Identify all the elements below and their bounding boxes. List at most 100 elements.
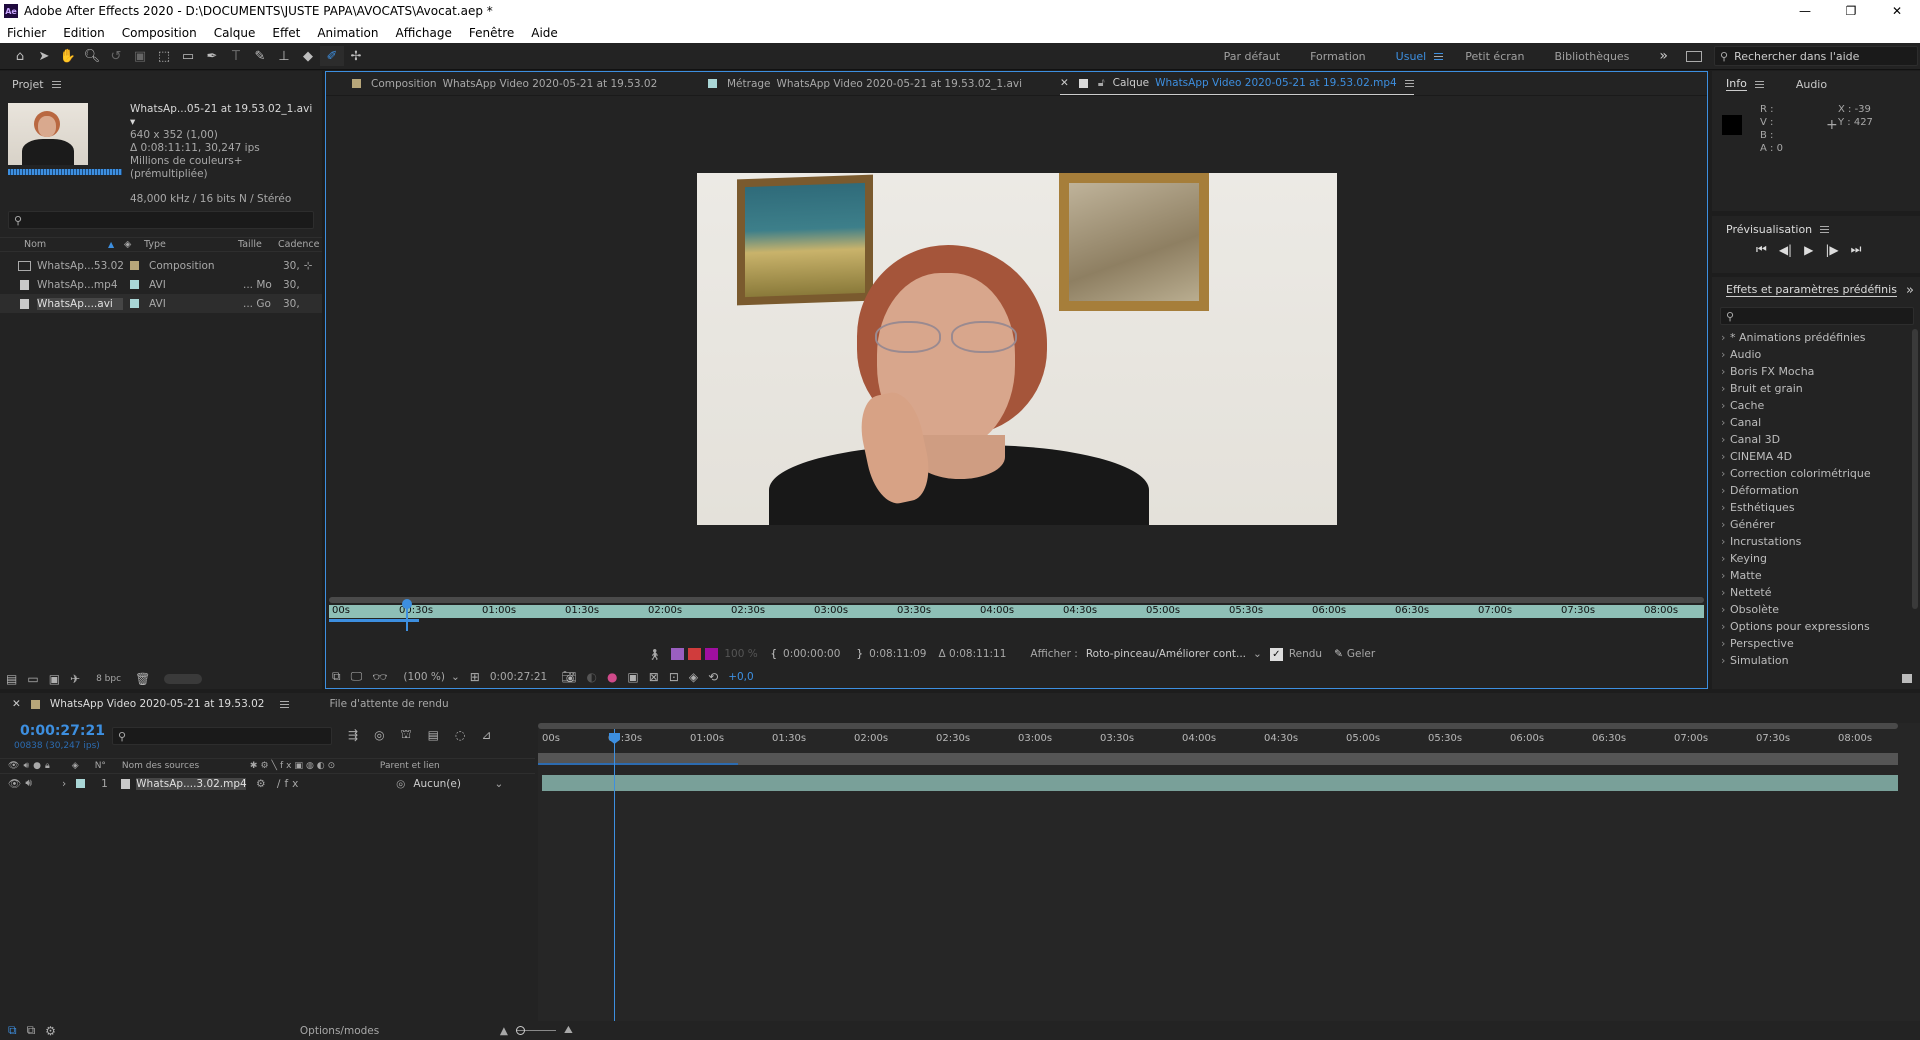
tab-menu-icon[interactable] [1404,79,1414,87]
layer-parent-icon[interactable]: ◎ [396,778,405,790]
geler-button[interactable]: Geler [1347,648,1375,660]
effect-category[interactable]: Audio [1716,346,1920,363]
options-modes-button[interactable]: Options/modes [300,1025,500,1037]
pixel-aspect-icon[interactable]: ⊡ [669,670,679,684]
effect-category[interactable]: Esthétiques [1716,499,1920,516]
workspace-formation[interactable]: Formation [1310,50,1366,63]
label-color-swatch[interactable] [130,261,139,270]
menu-aide[interactable]: Aide [531,26,558,40]
trash-icon[interactable]: 🗑︎ [135,672,150,686]
label-color-swatch[interactable] [130,299,139,308]
layer-parent-dropdown[interactable]: Aucun(e) ⌄ [413,778,503,790]
zoom-out-icon[interactable]: ▲ [500,1025,508,1037]
render-time-icon[interactable]: ⚙ [45,1024,56,1038]
brush-tool-icon[interactable]: ✎ [248,46,272,66]
text-tool-icon[interactable]: T [224,46,248,66]
comp-flowchart-icon[interactable]: ⇶ [348,728,358,742]
in-point-value[interactable]: 0:00:00:00 [783,648,840,660]
info-menu-icon[interactable] [1754,80,1764,88]
roto-subtract-icon[interactable] [688,648,702,660]
selection-tool-icon[interactable]: ➤ [32,46,56,66]
timeline-playhead[interactable] [609,729,620,1021]
close-tab-icon[interactable]: ✕ [1060,77,1069,89]
effect-category[interactable]: Cache [1716,397,1920,414]
minimize-button[interactable]: — [1782,4,1828,18]
tab-audio[interactable]: Audio [1796,78,1827,91]
effect-category[interactable]: Bruit et grain [1716,380,1920,397]
zoom-in-icon[interactable]: ⛰ [564,1024,573,1037]
layer-name[interactable]: WhatsAp....3.02.mp4 [136,777,247,790]
exposure-reset-icon[interactable]: ⟲ [708,670,718,684]
pan-behind-tool-icon[interactable]: ⬚ [152,46,176,66]
zoom-tool-icon[interactable]: 🔍︎ [80,46,104,66]
maximize-button[interactable]: ❐ [1828,4,1874,18]
roto-add-icon[interactable] [671,648,685,660]
fit-icon[interactable]: ⊞ [470,670,480,684]
graph-editor-icon[interactable]: ⊿ [481,728,491,742]
monitor-icon[interactable]: 🖵︎ [351,669,363,684]
play-icon[interactable]: ▶ [1804,243,1813,257]
workspace-usuel[interactable]: Usuel [1396,50,1427,63]
project-item-row[interactable]: WhatsAp...mp4 AVI ... Mo 30, [0,275,322,294]
pen-tool-icon[interactable]: ✒ [200,46,224,66]
layer-switches[interactable]: ⚙ ∕fx [246,778,396,790]
col-type[interactable]: Type [144,239,238,250]
timeline-timecode[interactable]: 0:00:27:21 [20,723,105,739]
preview-menu-icon[interactable] [1820,225,1830,233]
effects-scrollbar[interactable] [1912,329,1918,609]
zoom-dropdown[interactable]: (100 %) ⌄ [403,671,459,683]
new-composition-icon[interactable]: ▣ [49,672,60,686]
transparency-grid-icon[interactable]: ⊠ [649,670,659,684]
project-title[interactable]: Projet [12,78,44,91]
new-bin-icon[interactable] [1902,674,1912,683]
menu-calque[interactable]: Calque [214,26,256,40]
timeline-menu-icon[interactable] [280,700,290,708]
layer-switches-toggle-icon[interactable]: ⧉ [8,1023,17,1038]
effect-category[interactable]: Canal [1716,414,1920,431]
rotate-tool-icon[interactable]: ↺ [104,46,128,66]
label-color-swatch[interactable] [130,280,139,289]
fast-preview-icon[interactable]: ◈ [689,670,698,684]
viewer-playhead[interactable] [402,599,412,631]
always-preview-icon[interactable]: ⧉ [332,669,341,684]
puppet-tool-icon[interactable]: ✢ [344,46,368,66]
col-source-name[interactable]: Nom des sources [122,761,250,771]
effect-category[interactable]: Perspective [1716,635,1920,652]
transfer-controls-icon[interactable]: ⧉ [27,1023,36,1038]
effect-category[interactable]: Keying [1716,550,1920,567]
workspace-menu-icon[interactable] [1434,52,1444,60]
flowchart-icon[interactable]: ⊹ [304,260,313,272]
workspace-par-defaut[interactable]: Par défaut [1224,50,1281,63]
motion-blur-icon[interactable]: ◌ [455,728,465,742]
layer-audio-icon[interactable]: 🔊︎ [25,777,32,790]
effect-category[interactable]: Simulation [1716,652,1920,669]
home-icon[interactable]: ⌂ [8,46,32,66]
vr-icon[interactable]: 👓︎ [372,670,387,684]
project-search-input[interactable]: ⚲ [8,211,314,229]
menu-animation[interactable]: Animation [317,26,378,40]
frame-blending-icon[interactable]: ▤ [428,728,439,742]
new-folder-icon[interactable]: ▭ [27,672,38,686]
first-frame-icon[interactable]: ⏮ [1756,242,1767,257]
rectangle-tool-icon[interactable]: ▭ [176,46,200,66]
eraser-tool-icon[interactable]: ◆ [296,46,320,66]
tab-composition[interactable]: Composition WhatsApp Video 2020-05-21 at… [352,78,708,90]
effect-category[interactable]: Obsolète [1716,601,1920,618]
project-item-row[interactable]: WhatsAp...53.02 Composition 30, ⊹ [0,256,322,275]
freeze-icon[interactable]: ✎ [1334,648,1343,660]
workspace-more-icon[interactable]: » [1659,48,1668,64]
lock-icon[interactable]: 🔒︎ [45,761,50,771]
menu-fichier[interactable]: Fichier [7,26,46,40]
effect-category[interactable]: Boris FX Mocha [1716,363,1920,380]
menu-composition[interactable]: Composition [122,26,197,40]
effect-category[interactable]: Options pour expressions [1716,618,1920,635]
effect-category[interactable]: CINEMA 4D [1716,448,1920,465]
layer-row[interactable]: 👁︎ 🔊︎ › 1 WhatsAp....3.02.mp4 ⚙ ∕fx ◎ Au… [0,775,535,792]
effect-category[interactable]: Correction colorimétrique [1716,465,1920,482]
render-queue-tab[interactable]: File d'attente de rendu [329,698,448,710]
workspace-petit-ecran[interactable]: Petit écran [1465,50,1524,63]
out-point-bracket-icon[interactable]: } [856,648,863,660]
project-menu-icon[interactable] [51,80,61,88]
effect-category[interactable]: * Animations prédéfinies [1716,329,1920,346]
project-selected-name[interactable]: WhatsAp...05-21 at 19.53.02_1.avi ▾ [130,103,320,129]
